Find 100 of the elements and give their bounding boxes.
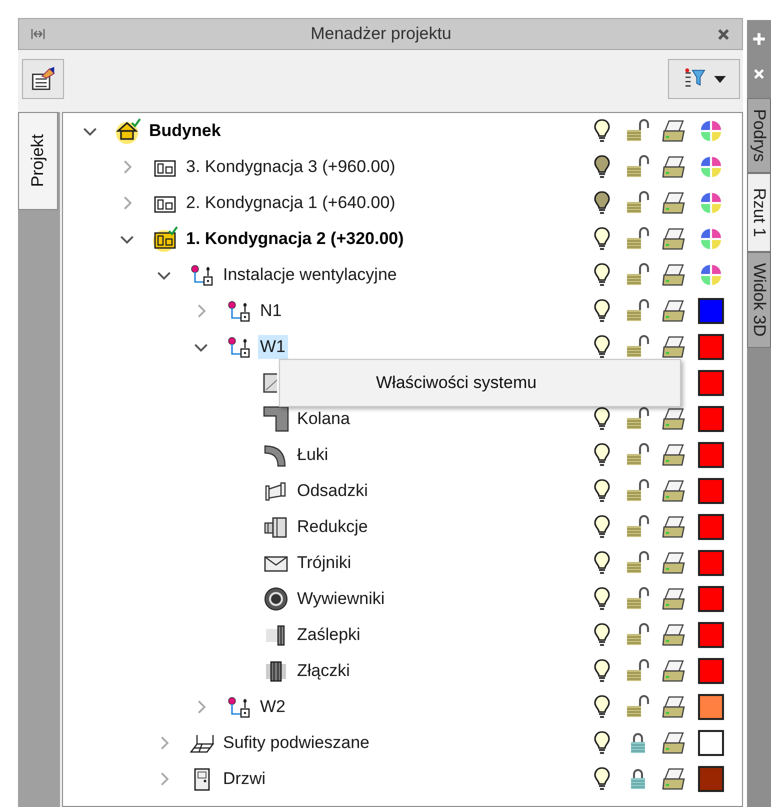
tree-item[interactable]: Drzwi xyxy=(221,767,268,791)
lit-bulb-icon[interactable] xyxy=(592,766,612,792)
printer-icon[interactable] xyxy=(661,407,687,431)
color-wheel-icon[interactable] xyxy=(699,191,723,215)
padlock-open-icon[interactable] xyxy=(625,479,651,503)
tree-item[interactable]: 1. Kondygnacja 2 (+320.00) xyxy=(184,227,406,251)
lit-bulb-icon[interactable] xyxy=(592,406,612,432)
padlock-open-icon[interactable] xyxy=(625,119,651,143)
color-swatch[interactable] xyxy=(698,550,724,576)
bulb-icon[interactable] xyxy=(592,154,612,180)
tree-item[interactable]: 2. Kondygnacja 1 (+640.00) xyxy=(184,191,398,215)
tree-item[interactable]: W1 xyxy=(258,335,288,359)
side-tab[interactable]: Widok 3D xyxy=(747,252,771,348)
lit-bulb-icon[interactable] xyxy=(592,118,612,144)
lit-bulb-icon[interactable] xyxy=(592,442,612,468)
form-icon xyxy=(29,65,57,93)
side-tab[interactable]: Projekt xyxy=(18,112,58,210)
printer-icon[interactable] xyxy=(661,659,687,683)
color-swatch[interactable] xyxy=(698,658,724,684)
close-icon[interactable] xyxy=(717,28,730,40)
lit-bulb-icon[interactable] xyxy=(592,262,612,288)
tree-item[interactable]: 3. Kondygnacja 3 (+960.00) xyxy=(184,155,398,179)
color-swatch[interactable] xyxy=(698,514,724,540)
printer-icon[interactable] xyxy=(661,479,687,503)
tree-item[interactable]: Odsadzki xyxy=(295,479,370,503)
padlock-open-icon[interactable] xyxy=(625,299,651,323)
padlock-open-icon[interactable] xyxy=(625,227,651,251)
lit-bulb-icon[interactable] xyxy=(592,694,612,720)
padlock-open-icon[interactable] xyxy=(625,587,651,611)
lit-bulb-icon[interactable] xyxy=(592,334,612,360)
printer-icon[interactable] xyxy=(661,695,687,719)
padlock-open-icon[interactable] xyxy=(625,155,651,179)
side-tab[interactable]: Podrys xyxy=(747,98,771,173)
color-wheel-icon[interactable] xyxy=(699,227,723,251)
padlock-open-icon[interactable] xyxy=(625,191,651,215)
tree-item[interactable]: Złączki xyxy=(295,659,352,683)
tree-item[interactable]: Wywiewniki xyxy=(295,587,387,611)
printer-icon[interactable] xyxy=(661,299,687,323)
color-swatch[interactable] xyxy=(698,622,724,648)
color-swatch[interactable] xyxy=(698,370,724,396)
tree-item[interactable]: W2 xyxy=(258,695,288,719)
color-swatch[interactable] xyxy=(698,442,724,468)
color-swatch[interactable] xyxy=(698,586,724,612)
filter-button[interactable] xyxy=(668,59,740,99)
color-swatch[interactable] xyxy=(698,298,724,324)
plus-icon[interactable] xyxy=(752,32,766,46)
padlock-open-icon[interactable] xyxy=(625,263,651,287)
menu-item[interactable]: Właściwości systemu xyxy=(280,363,680,403)
color-swatch[interactable] xyxy=(698,334,724,360)
lit-bulb-icon[interactable] xyxy=(592,298,612,324)
resize-icon[interactable] xyxy=(31,29,45,39)
lit-bulb-icon[interactable] xyxy=(592,226,612,252)
printer-icon[interactable] xyxy=(661,263,687,287)
tree-item[interactable]: Zaślepki xyxy=(295,623,362,647)
lit-bulb-icon[interactable] xyxy=(592,550,612,576)
lit-bulb-icon[interactable] xyxy=(592,514,612,540)
tree-item[interactable]: Instalacje wentylacyjne xyxy=(221,263,399,287)
printer-icon[interactable] xyxy=(661,155,687,179)
color-wheel-icon[interactable] xyxy=(699,263,723,287)
printer-icon[interactable] xyxy=(661,551,687,575)
bulb-icon[interactable] xyxy=(592,190,612,216)
printer-icon[interactable] xyxy=(661,515,687,539)
printer-icon[interactable] xyxy=(661,191,687,215)
printer-icon[interactable] xyxy=(661,227,687,251)
padlock-open-icon[interactable] xyxy=(625,623,651,647)
printer-icon[interactable] xyxy=(661,731,687,755)
lit-bulb-icon[interactable] xyxy=(592,658,612,684)
printer-icon[interactable] xyxy=(661,767,687,791)
color-swatch[interactable] xyxy=(698,406,724,432)
tree-item[interactable]: Sufity podwieszane xyxy=(221,731,372,755)
padlock-open-icon[interactable] xyxy=(625,515,651,539)
padlock-open-icon[interactable] xyxy=(625,335,651,359)
properties-button[interactable] xyxy=(22,59,64,99)
duct-icon xyxy=(263,370,277,396)
padlock-open-icon[interactable] xyxy=(625,443,651,467)
color-wheel-icon[interactable] xyxy=(699,119,723,143)
lit-bulb-icon[interactable] xyxy=(592,586,612,612)
color-swatch[interactable] xyxy=(698,694,724,720)
side-tab[interactable]: Rzut 1 xyxy=(747,172,771,252)
lit-bulb-icon[interactable] xyxy=(592,478,612,504)
lit-bulb-icon[interactable] xyxy=(592,730,612,756)
printer-icon[interactable] xyxy=(661,623,687,647)
tree-item[interactable]: Trójniki xyxy=(295,551,354,575)
tree-item[interactable]: Redukcje xyxy=(295,515,370,539)
tree-item[interactable]: Budynek xyxy=(147,119,223,143)
tree-item[interactable]: Kolana xyxy=(295,407,352,431)
color-swatch[interactable] xyxy=(698,766,724,792)
printer-icon[interactable] xyxy=(661,119,687,143)
padlock-open-icon[interactable] xyxy=(625,551,651,575)
color-swatch[interactable] xyxy=(698,730,724,756)
color-wheel-icon[interactable] xyxy=(699,155,723,179)
printer-icon[interactable] xyxy=(661,335,687,359)
lit-bulb-icon[interactable] xyxy=(592,622,612,648)
tree-item[interactable]: Łuki xyxy=(295,443,330,467)
printer-icon[interactable] xyxy=(661,587,687,611)
tree-item[interactable]: N1 xyxy=(258,299,284,323)
color-swatch[interactable] xyxy=(698,478,724,504)
padlock-open-icon[interactable] xyxy=(625,695,651,719)
padlock-open-icon[interactable] xyxy=(625,659,651,683)
printer-icon[interactable] xyxy=(661,443,687,467)
